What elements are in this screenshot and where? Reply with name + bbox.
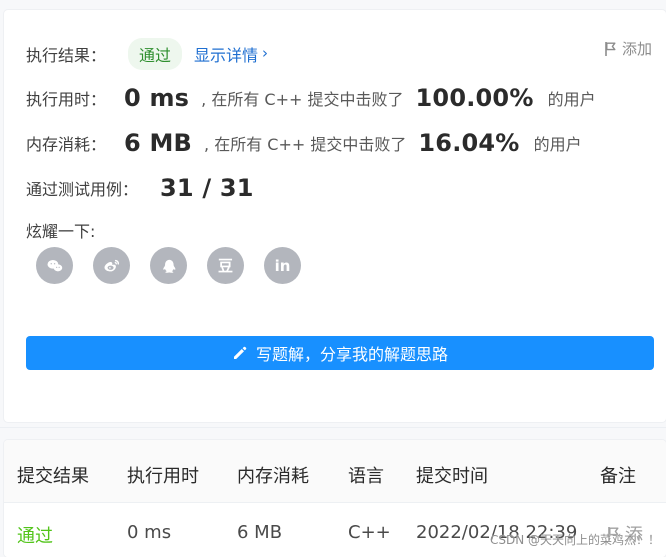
linkedin-text: in: [274, 256, 291, 275]
header-language: 语言: [348, 466, 384, 487]
douban-icon[interactable]: 豆: [207, 247, 244, 284]
show-details-label: 显示详情: [194, 46, 259, 65]
runtime-label: 执行用时：: [26, 90, 107, 109]
row-language: C++: [348, 522, 391, 543]
watermark: CSDN @天天向上的菜鸡杰！！: [489, 533, 660, 547]
wechat-icon[interactable]: [36, 247, 73, 284]
linkedin-icon[interactable]: in: [264, 247, 301, 284]
runtime-percent: 100.00%: [415, 84, 534, 112]
memory-row: 内存消耗： 6 MB , 在所有 C++ 提交中击败了 16.04% 的用户: [26, 129, 582, 157]
share-icons: 豆 in: [36, 247, 301, 284]
header-submitted-at: 提交时间: [416, 466, 488, 487]
qq-icon[interactable]: [150, 247, 187, 284]
share-row: 炫耀一下:: [26, 218, 95, 242]
testcases-row: 通过测试用例： 31 / 31: [26, 174, 254, 202]
memory-value: 6 MB: [124, 129, 193, 157]
write-solution-button[interactable]: 写题解，分享我的解题思路: [26, 336, 654, 370]
header-note: 备注: [600, 466, 636, 487]
memory-description: , 在所有 C++ 提交中击败了: [204, 135, 407, 154]
add-note-label: 添加: [621, 40, 652, 58]
chevron-right-icon: ›: [262, 43, 269, 62]
testcases-label: 通过测试用例：: [26, 180, 139, 199]
memory-label: 内存消耗：: [26, 135, 107, 154]
testcases-value: 31 / 31: [160, 174, 254, 202]
runtime-value: 0 ms: [124, 84, 190, 112]
header-result: 提交结果: [17, 466, 89, 487]
pencil-icon: [232, 345, 248, 361]
row-runtime: 0 ms: [127, 522, 172, 543]
section-divider: [0, 427, 666, 428]
result-row: 执行结果： 通过 显示详情 ›: [26, 38, 268, 70]
add-note-button[interactable]: 添加: [604, 38, 652, 59]
douban-text: 豆: [217, 257, 233, 275]
status-badge: 通过: [128, 38, 183, 70]
write-solution-label: 写题解，分享我的解题思路: [255, 345, 448, 364]
row-result[interactable]: 通过: [17, 522, 53, 548]
memory-percent: 16.04%: [418, 129, 520, 157]
show-details-link[interactable]: 显示详情 ›: [194, 42, 268, 66]
share-label: 炫耀一下:: [26, 222, 96, 241]
header-memory: 内存消耗: [237, 466, 309, 487]
runtime-description: , 在所有 C++ 提交中击败了: [201, 90, 404, 109]
header-runtime: 执行用时: [127, 466, 199, 487]
memory-suffix: 的用户: [533, 135, 582, 154]
runtime-suffix: 的用户: [547, 90, 596, 109]
table-header: [4, 440, 666, 503]
result-label: 执行结果：: [26, 46, 107, 65]
row-memory: 6 MB: [237, 522, 283, 543]
submission-summary-card: 执行结果： 通过 显示详情 › 添加 执行用时： 0 ms , 在所有 C++ …: [4, 10, 666, 422]
weibo-icon[interactable]: [93, 247, 130, 284]
runtime-row: 执行用时： 0 ms , 在所有 C++ 提交中击败了 100.00% 的用户: [26, 84, 596, 112]
flag-icon: [604, 41, 618, 57]
